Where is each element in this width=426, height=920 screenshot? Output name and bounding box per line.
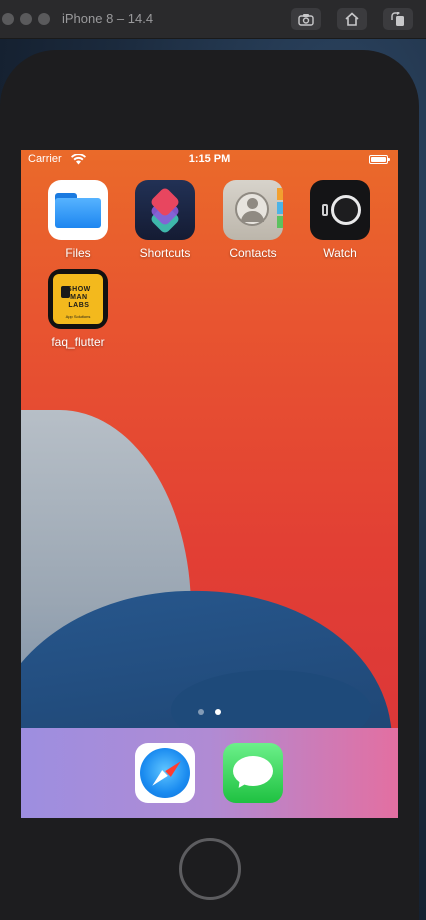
home-button-toolbar[interactable]	[337, 8, 367, 30]
zoom-window-button[interactable]	[38, 13, 50, 25]
simulator-title-bar: iPhone 8 – 14.4	[0, 0, 426, 39]
iphone-screen: Carrier 1:15 PM Files Shortcuts Contacts…	[21, 150, 398, 818]
rotate-icon	[391, 11, 404, 26]
app-label-contacts: Contacts	[229, 246, 277, 260]
screenshot-button[interactable]	[291, 8, 321, 30]
camera-icon	[298, 13, 314, 26]
safari-icon[interactable]	[135, 743, 195, 803]
app-label-faq-flutter: faq_flutter	[51, 335, 105, 349]
contacts-icon	[223, 180, 283, 240]
watch-icon	[310, 180, 370, 240]
battery-icon	[369, 155, 390, 164]
app-label-shortcuts: Shortcuts	[139, 246, 191, 260]
close-window-button[interactable]	[2, 13, 14, 25]
app-label-files: Files	[65, 246, 91, 260]
status-bar: Carrier 1:15 PM	[21, 150, 398, 170]
app-shortcuts[interactable]: Shortcuts	[125, 180, 205, 260]
window-title: iPhone 8 – 14.4	[62, 11, 154, 26]
status-time: 1:15 PM	[188, 153, 231, 165]
faq-flutter-icon: SHOW MAN LABS App Solutions	[48, 269, 108, 329]
faq-flutter-logo-sub: App Solutions	[65, 314, 91, 319]
app-contacts[interactable]: Contacts	[213, 180, 293, 260]
home-button[interactable]	[179, 838, 241, 900]
dock	[21, 728, 398, 818]
shortcuts-icon	[135, 180, 195, 240]
files-icon	[48, 180, 108, 240]
app-files[interactable]: Files	[38, 180, 118, 260]
app-watch[interactable]: Watch	[300, 180, 380, 260]
rotate-button[interactable]	[383, 8, 413, 30]
minimize-window-button[interactable]	[20, 13, 32, 25]
app-label-watch: Watch	[323, 246, 357, 260]
messages-icon[interactable]	[223, 743, 283, 803]
faq-flutter-logo-text: SHOW MAN LABS	[67, 286, 91, 309]
app-faq-flutter[interactable]: SHOW MAN LABS App Solutions faq_flutter	[38, 269, 118, 349]
page-indicator-dot-1[interactable]	[198, 709, 204, 715]
home-icon	[345, 12, 359, 26]
page-indicator-dot-2[interactable]	[215, 709, 221, 715]
